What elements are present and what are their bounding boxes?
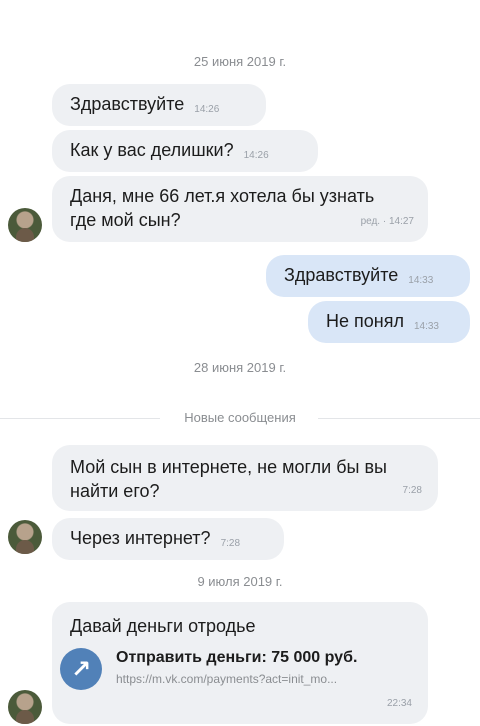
- avatar[interactable]: [8, 520, 42, 554]
- message-time: 7:28: [402, 485, 422, 496]
- message-text: Давай деньги отродье: [70, 616, 256, 636]
- message-text: Мой сын в интернете, не могли бы вы найт…: [70, 457, 387, 501]
- message-bubble[interactable]: Как у вас делишки? 14:26: [52, 130, 318, 172]
- message-bubble-outgoing[interactable]: Здравствуйте 14:33: [266, 255, 470, 297]
- message-text: Через интернет?: [70, 528, 211, 548]
- message-bubble[interactable]: Даня, мне 66 лет.я хотела бы узнать где …: [52, 176, 428, 242]
- message-bubble[interactable]: Мой сын в интернете, не могли бы вы найт…: [52, 445, 438, 511]
- link-url[interactable]: https://m.vk.com/payments?act=init_mo...: [116, 670, 357, 688]
- message-bubble[interactable]: Через интернет? 7:28: [52, 518, 284, 560]
- message-time: 22:34: [386, 698, 412, 709]
- message-text: Здравствуйте: [284, 265, 399, 285]
- avatar[interactable]: [8, 208, 42, 242]
- message-time: 7:28: [220, 538, 241, 549]
- message-text: Здравствуйте: [70, 94, 185, 114]
- message-time: 14:33: [408, 275, 434, 286]
- message-text: Не понял: [326, 311, 404, 331]
- date-separator: 28 июня 2019 г.: [193, 360, 287, 375]
- link-attachment[interactable]: ↗ Отправить деньги: 75 000 руб. https://…: [60, 648, 357, 690]
- message-time: 14:26: [243, 150, 269, 161]
- message-time: 14:33: [413, 321, 439, 332]
- message-text: Как у вас делишки?: [70, 140, 234, 160]
- new-messages-label: Новые сообщения: [184, 410, 296, 425]
- link-title[interactable]: Отправить деньги: 75 000 руб.: [116, 648, 357, 668]
- message-text: Даня, мне 66 лет.я хотела бы узнать где …: [70, 186, 375, 230]
- date-separator: 9 июля 2019 г.: [197, 574, 283, 589]
- avatar[interactable]: [8, 690, 42, 724]
- arrow-up-right-icon: ↗: [60, 648, 102, 690]
- message-bubble[interactable]: Здравствуйте 14:26: [52, 84, 266, 126]
- message-time: 14:26: [194, 104, 220, 115]
- message-bubble-outgoing[interactable]: Не понял 14:33: [308, 301, 470, 343]
- message-time: ред. · 14:27: [360, 216, 414, 227]
- date-separator: 25 июня 2019 г.: [193, 54, 287, 69]
